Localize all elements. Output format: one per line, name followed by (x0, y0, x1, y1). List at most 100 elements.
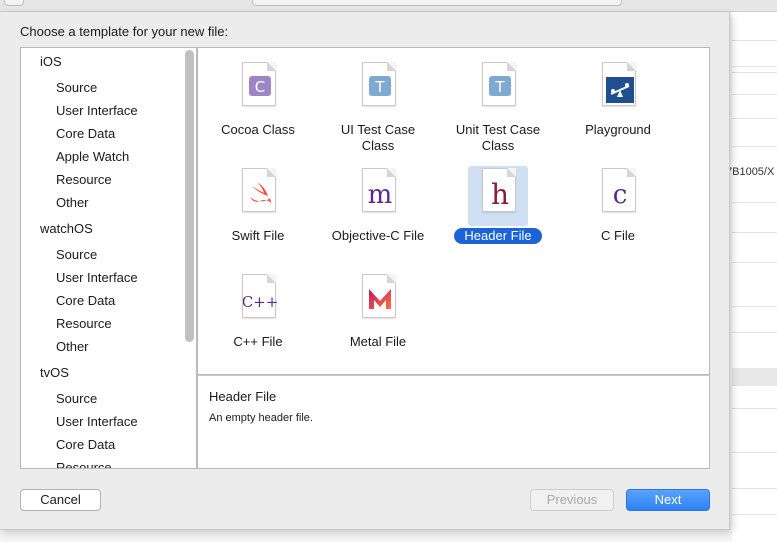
template-label: UI Test Case (340, 122, 416, 137)
ui-test-case-icon: T (362, 62, 396, 106)
sidebar-item-core-data[interactable]: Core Data (21, 291, 115, 311)
background-divider (732, 232, 777, 233)
unit-test-case-glyph: T (489, 76, 511, 96)
c-glyph: c (613, 180, 628, 210)
template-icon-tile (228, 166, 288, 226)
template-icon-tile: C++ (228, 272, 288, 332)
template-chooser-sheet: Choose a template for your new file: iOS… (0, 12, 730, 530)
template-icon-tile (348, 272, 408, 332)
swift-glyph (250, 182, 272, 204)
unit-test-case-icon: T (482, 62, 516, 106)
sidebar-scrollbar[interactable] (185, 50, 194, 342)
background-divider (732, 202, 777, 203)
template-swift-file[interactable]: Swift File (198, 166, 318, 262)
cocoa-class-glyph-text: C (255, 78, 265, 96)
template-playground[interactable]: Playground (558, 60, 678, 156)
header-glyph: h (491, 178, 509, 211)
background-divider (732, 452, 777, 453)
sidebar-item-user-interface[interactable]: User Interface (21, 268, 138, 288)
objective-c-glyph: m (368, 180, 393, 210)
cpp-glyph: C++ (243, 293, 277, 311)
cocoa-class-glyph: C (249, 76, 271, 96)
background-divider (732, 514, 777, 515)
template-icon-tile: C (228, 60, 288, 120)
header-file-icon: h (482, 168, 516, 212)
swift-file-icon (242, 168, 276, 212)
template-cocoa-class[interactable]: C Cocoa Class (198, 60, 318, 156)
previous-button[interactable]: Previous (530, 489, 614, 511)
background-divider (732, 118, 777, 119)
background-divider (732, 146, 777, 147)
dialog-prompt: Choose a template for your new file: (20, 24, 229, 39)
playground-glyph (606, 77, 634, 103)
sidebar-item-source[interactable]: Source (21, 78, 97, 98)
template-ui-test-case-class[interactable]: T UI Test Case Class (318, 60, 438, 156)
template-icon-tile (588, 60, 648, 120)
sidebar-item-core-data[interactable]: Core Data (21, 435, 115, 455)
template-label-selected: Header File (454, 228, 542, 244)
template-label-line2: Class (361, 138, 395, 153)
sidebar-item-source[interactable]: Source (21, 389, 97, 409)
sidebar-item-resource[interactable]: Resource (21, 458, 112, 468)
template-label: Cocoa Class (221, 122, 295, 137)
metal-glyph (369, 289, 391, 309)
template-label: Swift File (231, 228, 285, 243)
background-window-toolbar (0, 0, 777, 12)
template-metal-file[interactable]: Metal File (318, 272, 438, 368)
template-icon-tile: T (348, 60, 408, 120)
ui-test-case-glyph: T (369, 76, 391, 96)
template-icon-tile-selected: h (468, 166, 528, 226)
template-icon-tile: m (348, 166, 408, 226)
template-label-line2: Class (481, 138, 515, 153)
background-divider (732, 262, 777, 263)
cocoa-class-icon: C (242, 62, 276, 106)
template-icon-tile: c (588, 166, 648, 226)
description-title: Header File (209, 389, 277, 404)
cancel-button[interactable]: Cancel (20, 489, 101, 511)
template-label: Unit Test Case (455, 122, 541, 137)
c-glyph-text: c (613, 180, 628, 210)
background-divider (732, 408, 777, 409)
c-file-icon: c (602, 168, 636, 212)
background-tab (4, 0, 24, 6)
sidebar-platform-tvos[interactable]: tvOS (21, 363, 69, 383)
template-header-file[interactable]: h Header File (438, 166, 558, 262)
cpp-glyph-text: C++ (243, 293, 277, 311)
playground-icon (602, 62, 636, 106)
sidebar-item-resource[interactable]: Resource (21, 170, 112, 190)
background-path-text: 7B1005/X (726, 166, 775, 178)
sidebar-item-other[interactable]: Other (21, 193, 89, 213)
sidebar-platform-ios[interactable]: iOS (21, 52, 62, 72)
template-label: C++ File (233, 334, 283, 349)
background-divider (732, 306, 777, 307)
description-text: An empty header file. (209, 412, 313, 424)
template-cpp-file[interactable]: C++ C++ File (198, 272, 318, 368)
header-glyph-text: h (491, 178, 509, 211)
template-objective-c-file[interactable]: m Objective-C File (318, 166, 438, 262)
template-grid: C Cocoa Class T UI Test Case Class T Uni… (197, 47, 710, 375)
background-divider (732, 488, 777, 489)
sidebar-item-source[interactable]: Source (21, 245, 97, 265)
template-label: Playground (585, 122, 651, 137)
unit-test-case-glyph-text: T (494, 78, 505, 96)
objective-c-glyph-text: m (368, 180, 393, 210)
background-divider (732, 94, 777, 95)
sidebar-platform-watchos[interactable]: watchOS (21, 219, 93, 239)
next-button[interactable]: Next (626, 489, 710, 511)
background-window-content (732, 12, 777, 542)
template-description-pane: Header File An empty header file. (197, 375, 710, 469)
sidebar-item-other[interactable]: Other (21, 337, 89, 357)
background-divider (732, 40, 777, 41)
template-unit-test-case-class[interactable]: T Unit Test Case Class (438, 60, 558, 156)
ui-test-case-glyph-text: T (374, 78, 385, 96)
sidebar-item-user-interface[interactable]: User Interface (21, 101, 138, 121)
background-band (732, 368, 777, 386)
sidebar-item-apple-watch[interactable]: Apple Watch (21, 147, 129, 167)
sidebar-item-user-interface[interactable]: User Interface (21, 412, 138, 432)
sidebar-item-core-data[interactable]: Core Data (21, 124, 115, 144)
template-category-list[interactable]: iOS Source User Interface Core Data Appl… (20, 47, 197, 469)
metal-file-icon (362, 274, 396, 318)
sidebar-item-resource[interactable]: Resource (21, 314, 112, 334)
template-label: Metal File (349, 334, 407, 349)
template-c-file[interactable]: c C File (558, 166, 678, 262)
